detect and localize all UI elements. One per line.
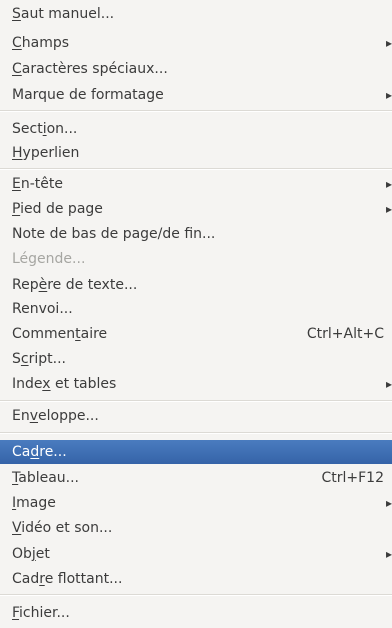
menu-item-image[interactable]: Image ▸: [0, 491, 392, 515]
submenu-arrow-icon: ▸: [385, 377, 392, 391]
menu-item-label: Champs: [12, 35, 70, 51]
submenu-arrow-icon: ▸: [385, 547, 392, 561]
menu-item-label: Fichier...: [12, 605, 70, 621]
menu-item-legende: Légende...: [0, 247, 392, 271]
menu-item-cadre[interactable]: Cadre...: [0, 440, 392, 464]
menu-item-label: En-tête: [12, 176, 63, 192]
menu-item-hyperlien[interactable]: Hyperlien: [0, 141, 392, 165]
menu-item-renvoi[interactable]: Renvoi...: [0, 297, 392, 321]
menu-item-fichier[interactable]: Fichier...: [0, 601, 392, 625]
menu-item-marque-de-formatage[interactable]: Marque de formatage ▸: [0, 83, 392, 107]
menu-item-label: Script...: [12, 351, 66, 367]
menu-item-en-tete[interactable]: En-tête ▸: [0, 172, 392, 196]
menu-item-label: Pied de page: [12, 201, 103, 217]
menu-item-script[interactable]: Script...: [0, 347, 392, 371]
submenu-arrow-icon: ▸: [385, 88, 392, 102]
insert-menu: Saut manuel... Champs ▸ Caractères spéci…: [0, 0, 392, 628]
menu-item-saut-manuel[interactable]: Saut manuel...: [0, 2, 392, 26]
submenu-arrow-icon: ▸: [385, 496, 392, 510]
menu-separator: [0, 110, 392, 112]
menu-item-label: Cadre flottant...: [12, 571, 123, 587]
menu-item-champs[interactable]: Champs ▸: [0, 31, 392, 55]
menu-item-label: Image: [12, 495, 56, 511]
menu-item-section[interactable]: Section...: [0, 117, 392, 141]
menu-item-label: Objet: [12, 546, 50, 562]
menu-item-label: Index et tables: [12, 376, 117, 392]
submenu-arrow-icon: ▸: [385, 202, 392, 216]
menu-item-note-de-bas-de-page[interactable]: Note de bas de page/de fin...: [0, 222, 392, 246]
menu-item-label: Légende...: [12, 251, 86, 267]
menu-item-cadre-flottant[interactable]: Cadre flottant...: [0, 567, 392, 591]
menu-item-label: Hyperlien: [12, 145, 80, 161]
menu-item-label: Vidéo et son...: [12, 520, 113, 536]
menu-item-label: Saut manuel...: [12, 6, 115, 22]
menu-item-label: Marque de formatage: [12, 87, 164, 103]
menu-item-tableau[interactable]: Tableau... Ctrl+F12: [0, 466, 392, 490]
menu-item-label: Renvoi...: [12, 301, 73, 317]
menu-item-video-et-son[interactable]: Vidéo et son...: [0, 516, 392, 540]
menu-item-label: Section...: [12, 121, 78, 137]
menu-item-pied-de-page[interactable]: Pied de page ▸: [0, 197, 392, 221]
menu-separator: [0, 594, 392, 596]
menu-separator: [0, 432, 392, 434]
submenu-arrow-icon: ▸: [385, 36, 392, 50]
menu-item-enveloppe[interactable]: Enveloppe...: [0, 404, 392, 428]
menu-item-label: Note de bas de page/de fin...: [12, 226, 216, 242]
submenu-arrow-icon: ▸: [385, 177, 392, 191]
menu-item-label: Commentaire: [12, 326, 108, 342]
menu-item-commentaire[interactable]: Commentaire Ctrl+Alt+C: [0, 322, 392, 346]
menu-item-label: Enveloppe...: [12, 408, 99, 424]
menu-item-shortcut: Ctrl+F12: [321, 470, 384, 486]
menu-item-label: Tableau...: [12, 470, 80, 486]
menu-item-shortcut: Ctrl+Alt+C: [306, 326, 384, 342]
menu-item-repere-de-texte[interactable]: Repère de texte...: [0, 273, 392, 297]
menu-separator: [0, 400, 392, 402]
menu-item-objet[interactable]: Objet ▸: [0, 542, 392, 566]
menu-item-label: Cadre...: [12, 444, 67, 460]
menu-item-index-et-tables[interactable]: Index et tables ▸: [0, 372, 392, 396]
menu-item-label: Repère de texte...: [12, 277, 138, 293]
menu-item-caracteres-speciaux[interactable]: Caractères spéciaux...: [0, 57, 392, 81]
menu-item-label: Caractères spéciaux...: [12, 61, 168, 77]
menu-separator: [0, 168, 392, 170]
